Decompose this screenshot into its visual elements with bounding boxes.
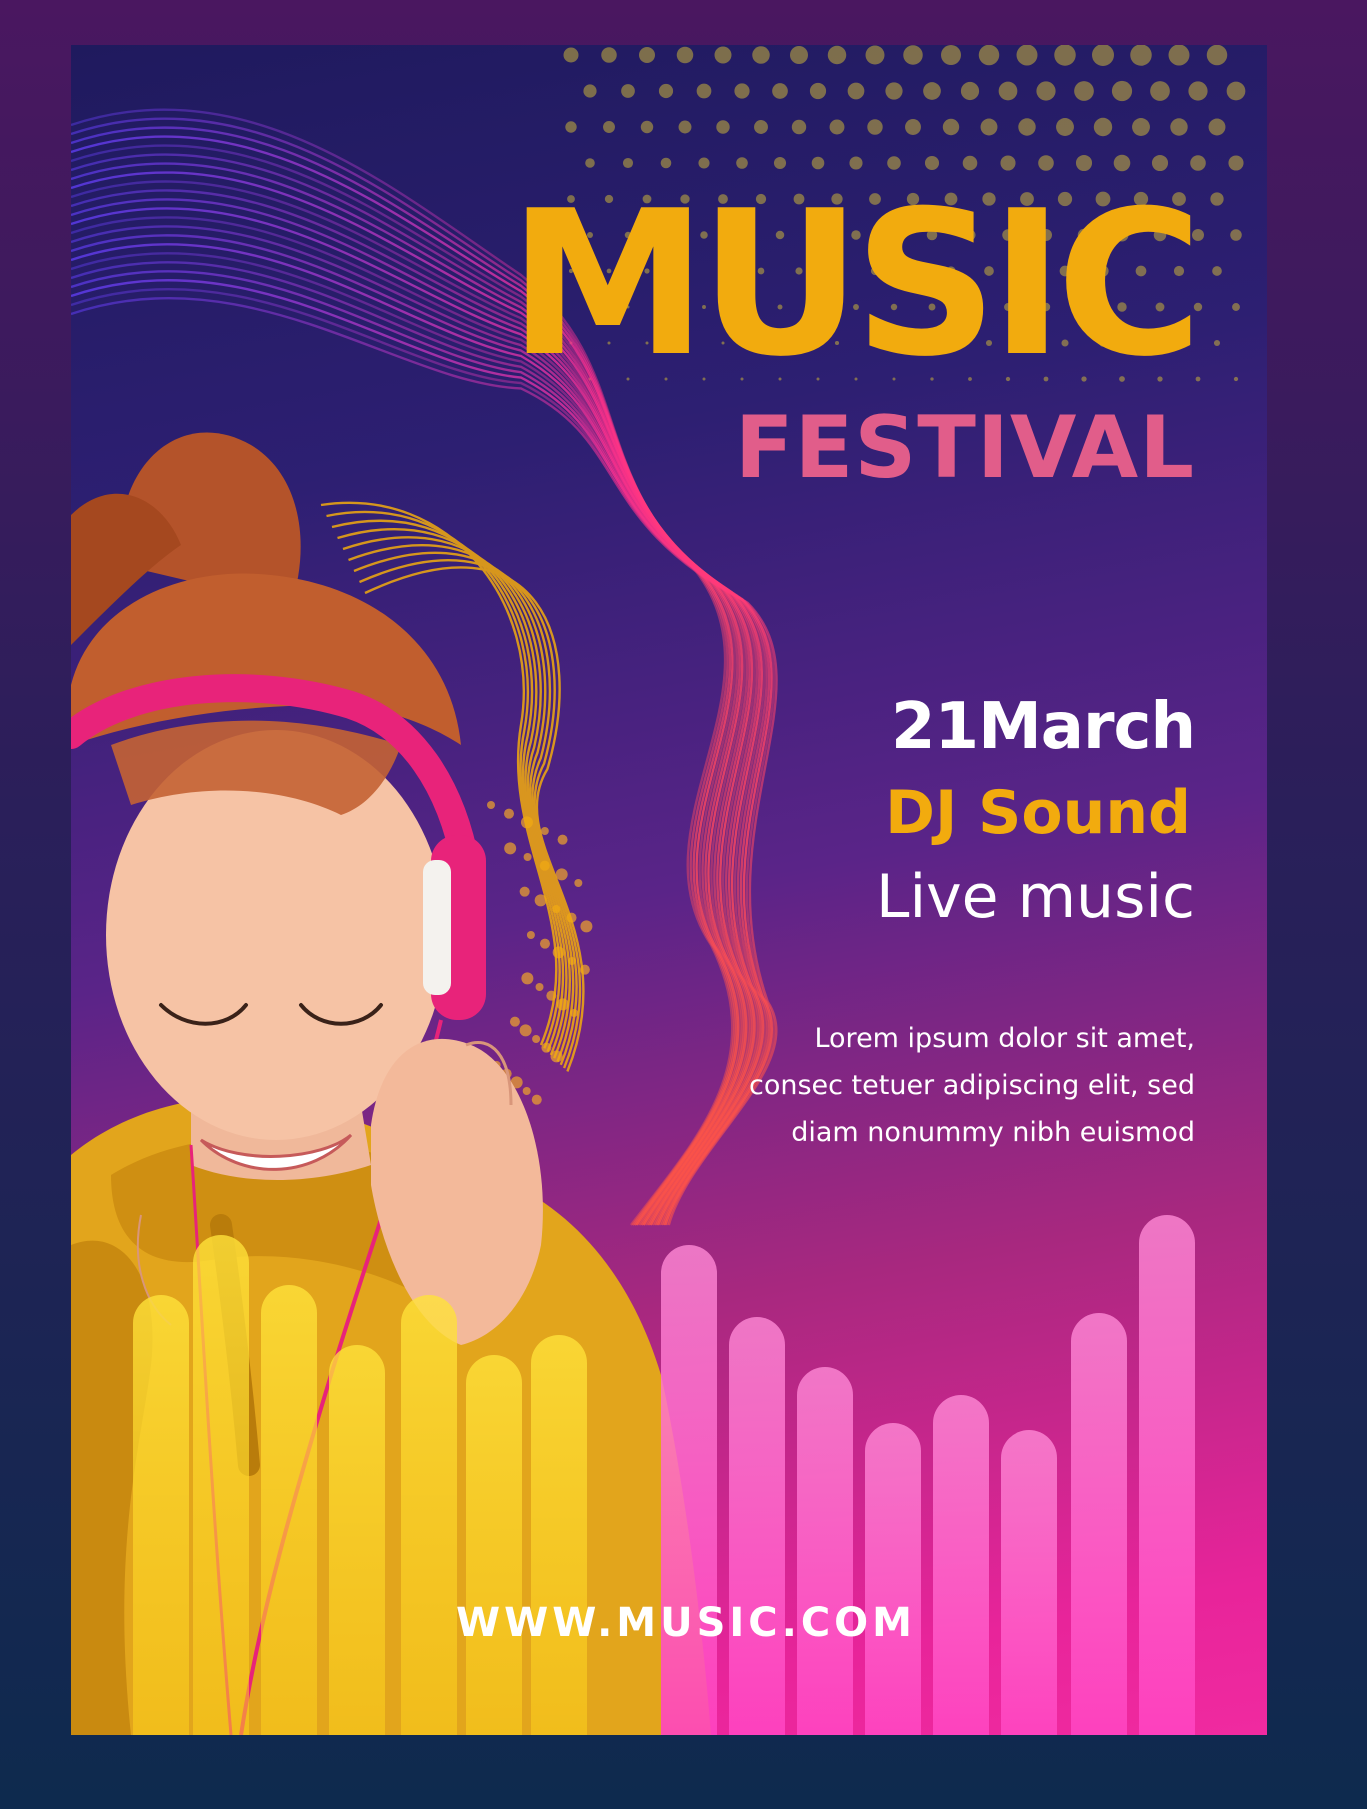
description-line: diam nonummy nibh euismod (791, 1117, 1195, 1148)
description-line: consec tetuer adipiscing elit, sed (748, 1070, 1195, 1101)
event-date: 21March (891, 690, 1196, 764)
event-type: Live music (876, 862, 1195, 932)
performer-name: DJ Sound (885, 778, 1191, 848)
website-link[interactable]: WWW.MUSIC.COM (456, 1600, 916, 1646)
festival-poster: MUSIC FESTIVAL 21March DJ Sound Live mus… (71, 45, 1267, 1735)
description: Lorem ipsum dolor sit amet, consec tetue… (635, 1015, 1195, 1156)
description-line: Lorem ipsum dolor sit amet, (814, 1023, 1195, 1054)
poster-subtitle: FESTIVAL (734, 398, 1195, 498)
poster-title: MUSIC (508, 168, 1203, 401)
